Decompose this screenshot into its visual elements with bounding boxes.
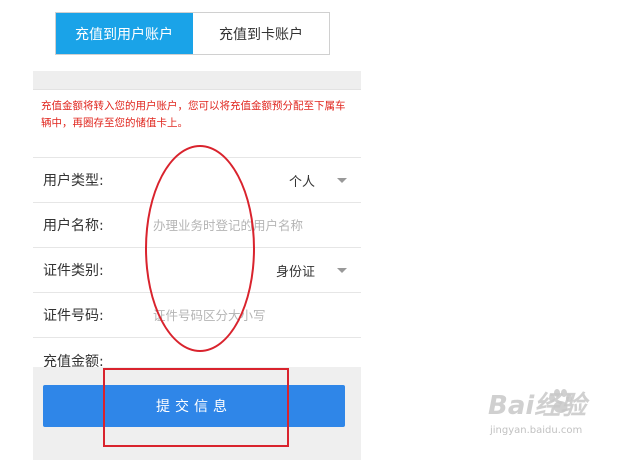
- watermark-url: jingyan.baidu.com: [490, 425, 583, 436]
- user-name-label: 用户名称:: [43, 218, 104, 234]
- id-type-select[interactable]: 身份证: [276, 261, 315, 280]
- id-number-label: 证件号码:: [43, 308, 104, 324]
- caret-down-icon: [337, 268, 347, 273]
- tab-recharge-user-account[interactable]: 充值到用户账户: [56, 13, 193, 54]
- amount-input[interactable]: [153, 353, 353, 368]
- annotation-ellipse: [145, 145, 255, 352]
- user-type-label: 用户类型:: [43, 173, 104, 189]
- annotation-rectangle: [103, 368, 289, 447]
- caret-down-icon: [337, 178, 347, 183]
- tab-recharge-card-account[interactable]: 充值到卡账户: [193, 13, 329, 54]
- recharge-tabs: 充值到用户账户 充值到卡账户: [55, 12, 330, 55]
- divider-strip: [33, 71, 361, 90]
- user-type-select[interactable]: 个人: [289, 171, 315, 190]
- paw-icon: [549, 389, 572, 413]
- baidu-jingyan-watermark: Bai经验 jingyan.baidu.com: [488, 385, 628, 455]
- id-type-label: 证件类别:: [43, 263, 104, 279]
